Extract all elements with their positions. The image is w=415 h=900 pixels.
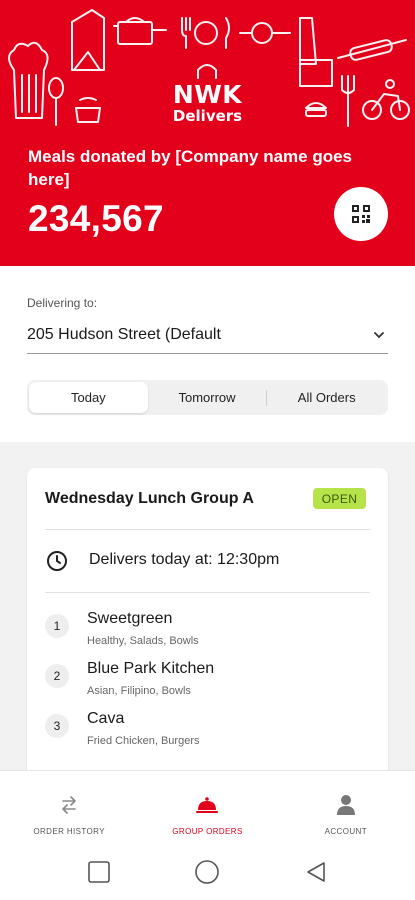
group-order-card[interactable]: Wednesday Lunch Group A OPEN Delivers to… [27,468,388,778]
restaurant-tags: Fried Chicken, Burgers [87,735,200,747]
divider [45,592,370,593]
address-select[interactable]: 205 Hudson Street (Default [27,316,388,354]
clock-icon [47,551,67,571]
chevron-down-icon [370,326,388,344]
delivering-to-label: Delivering to: [27,296,98,310]
logo-sub-text: Delivers [172,107,243,125]
square-icon [88,860,110,883]
back-triangle-icon [307,861,325,882]
restaurant-number: 2 [45,664,69,688]
address-value: 205 Hudson Street (Default [27,325,221,343]
status-badge: OPEN [313,488,366,509]
back-button[interactable] [302,858,330,886]
qr-code-icon [352,205,370,223]
restaurant-number: 3 [45,714,69,738]
group-title: Wednesday Lunch Group A [45,490,254,507]
meals-donated-label: Meals donated by [Company name goes here… [28,147,353,189]
nav-label: ACCOUNT [324,827,367,836]
logo-main-text: NWK [172,80,243,109]
divider [45,529,370,530]
hero-banner: NWK Delivers Meals donated by [Company n… [0,0,415,266]
restaurant-tags: Healthy, Salads, Bowls [87,635,199,647]
restaurant-name: Cava [87,710,125,727]
cloche-icon [194,792,220,818]
restaurant-name: Blue Park Kitchen [87,660,215,677]
nav-account[interactable]: ACCOUNT [277,771,415,843]
tab-tomorrow[interactable]: Tomorrow [148,382,267,413]
circle-icon [195,859,220,884]
delivery-time: Delivers today at: 12:30pm [89,551,280,568]
restaurant-item: 2 Blue Park Kitchen Asian, Filipino, Bow… [45,660,375,710]
nav-group-orders[interactable]: GROUP ORDERS [138,771,276,843]
person-icon [333,792,359,818]
system-navigation-bar [0,843,415,900]
nav-label: ORDER HISTORY [33,827,105,836]
tab-all-orders[interactable]: All Orders [267,382,386,413]
qr-code-button[interactable] [334,187,388,241]
restaurant-tags: Asian, Filipino, Bowls [87,685,191,697]
tab-today[interactable]: Today [29,382,148,413]
meals-donated-count: 234,567 [28,198,164,239]
home-button[interactable] [193,858,221,886]
nav-label: GROUP ORDERS [172,827,243,836]
nav-order-history[interactable]: ORDER HISTORY [0,771,138,843]
bottom-navigation: ORDER HISTORY GROUP ORDERS ACCOUNT [0,770,415,843]
restaurant-name: Sweetgreen [87,610,173,627]
restaurant-item: 3 Cava Fried Chicken, Burgers [45,710,375,760]
recents-button[interactable] [85,858,113,886]
restaurant-number: 1 [45,614,69,638]
brand-logo: NWK Delivers [0,80,415,125]
swap-arrows-icon [56,792,82,818]
day-filter-tabs: Today Tomorrow All Orders [27,380,388,415]
restaurant-item: 1 Sweetgreen Healthy, Salads, Bowls [45,610,375,660]
